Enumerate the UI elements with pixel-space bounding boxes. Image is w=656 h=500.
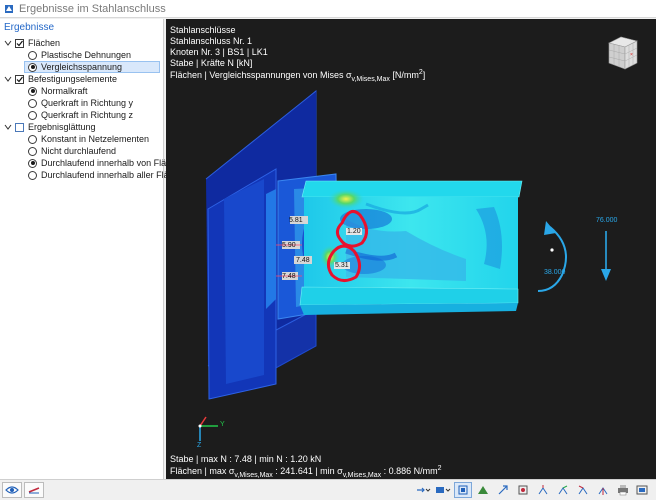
item-label: Plastische Dehnungen <box>41 50 132 60</box>
results-panel: Ergebnisse Flächen Plastische Dehnungen … <box>0 19 188 479</box>
result-line-icon[interactable] <box>24 482 44 498</box>
group-label: Befestigungselemente <box>28 74 118 84</box>
radio-durchlaufend-flaechen[interactable] <box>28 158 37 168</box>
item-label: Querkraft in Richtung y <box>41 98 134 108</box>
radio-vergleichsspannung[interactable] <box>28 62 37 72</box>
group-label: Ergebnisglättung <box>28 122 96 132</box>
tree-item-durchlaufend-flaechen[interactable]: Durchlaufend innerhalb von Flächen <box>28 157 186 169</box>
radio-nicht-durchlaufend[interactable] <box>28 146 37 156</box>
view-toggle-icon[interactable] <box>454 482 472 498</box>
moment-arrow <box>537 226 567 292</box>
print-icon[interactable] <box>614 482 632 498</box>
steel-connection-model[interactable] <box>166 19 656 479</box>
axis-x-icon[interactable] <box>534 482 552 498</box>
bottom-toolbar <box>0 479 656 500</box>
axis-z-icon[interactable] <box>574 482 592 498</box>
radio-querkraft-y[interactable] <box>28 98 37 108</box>
force-value: 76.000 <box>596 217 618 224</box>
tree-item-normalkraft[interactable]: Normalkraft <box>28 85 88 97</box>
eye-icon[interactable] <box>2 482 22 498</box>
window-title: Ergebnisse im Stahlanschluss <box>19 2 166 15</box>
footer-members-line: Stabe | max N : 7.48 | min N : 1.20 kN <box>170 454 322 464</box>
item-label: Querkraft in Richtung z <box>41 110 134 120</box>
radio-konstant[interactable] <box>28 134 37 144</box>
beam-bottom-flange <box>299 286 519 306</box>
tree-group-befestigungselemente[interactable]: Befestigungselemente <box>4 73 117 85</box>
arrow-dropdown-icon[interactable] <box>414 482 432 498</box>
footer-surfaces-line: Flächen | max σv,Mises,Max : 241.641 | m… <box>170 465 442 479</box>
render-icon[interactable] <box>474 482 492 498</box>
radio-durchlaufend-alle[interactable] <box>28 170 37 180</box>
tree-item-konstant[interactable]: Konstant in Netzelementen <box>28 133 149 145</box>
group-label: Flächen <box>28 38 61 48</box>
collapse-icon[interactable] <box>4 123 12 131</box>
panel-header: Ergebnisse <box>4 22 55 33</box>
arrow-tool-icon[interactable] <box>494 482 512 498</box>
collapse-icon[interactable] <box>4 39 12 47</box>
tree-item-plastische-dehnungen[interactable]: Plastische Dehnungen <box>28 49 131 61</box>
item-label: Konstant in Netzelementen <box>41 134 150 144</box>
tree-item-querkraft-y[interactable]: Querkraft in Richtung y <box>28 97 133 109</box>
axis-neg-icon[interactable] <box>594 482 612 498</box>
tree-item-nicht-durchlaufend[interactable]: Nicht durchlaufend <box>28 145 116 157</box>
axis-z-label: Z <box>197 442 202 449</box>
tree-item-querkraft-z[interactable]: Querkraft in Richtung z <box>28 109 133 121</box>
stress-hotspot <box>328 189 364 209</box>
checkbox-flaechen[interactable] <box>15 38 24 48</box>
item-label: Nicht durchlaufend <box>41 146 117 156</box>
item-label: Normalkraft <box>41 86 88 96</box>
bolt-label: 5.90 <box>282 242 296 249</box>
tree-group-flaechen[interactable]: Flächen <box>4 37 60 49</box>
axis-y-icon[interactable] <box>554 482 572 498</box>
bolt-label: 7.48 <box>282 273 296 280</box>
3d-viewport[interactable]: Stahlanschlüsse Stahlanschluss Nr. 1 Kno… <box>166 19 656 479</box>
tree-item-vergleichsspannung[interactable]: Vergleichsspannung <box>24 61 160 73</box>
view-toolbar <box>414 482 656 498</box>
tree-item-durchlaufend-alle[interactable]: Durchlaufend innerhalb aller Flächen <box>28 169 188 181</box>
item-label: Vergleichsspannung <box>41 62 123 72</box>
app-icon <box>5 4 13 13</box>
moment-value: 38.000 <box>544 269 566 276</box>
checkbox-ergebnisglaettung[interactable] <box>15 122 24 132</box>
axis-y-label: Y <box>220 421 225 428</box>
node-icon[interactable] <box>514 482 532 498</box>
radio-plastische-dehnungen[interactable] <box>28 50 37 60</box>
window-titlebar: Ergebnisse im Stahlanschluss <box>0 0 656 18</box>
tree-group-ergebnisglaettung[interactable]: Ergebnisglättung <box>4 121 96 133</box>
radio-querkraft-z[interactable] <box>28 110 37 120</box>
settings-icon[interactable] <box>634 482 652 498</box>
bolt-label: 1.20 <box>346 228 362 235</box>
checkbox-befestigungselemente[interactable] <box>15 74 24 84</box>
bolt-label: 5.81 <box>289 217 303 224</box>
radio-normalkraft[interactable] <box>28 86 37 96</box>
bolt-label: 5.31 <box>334 262 350 269</box>
collapse-icon[interactable] <box>4 75 12 83</box>
bolt-label: 7.48 <box>296 257 310 264</box>
item-label: Durchlaufend innerhalb von Flächen <box>41 158 186 168</box>
display-dropdown-icon[interactable] <box>434 482 452 498</box>
